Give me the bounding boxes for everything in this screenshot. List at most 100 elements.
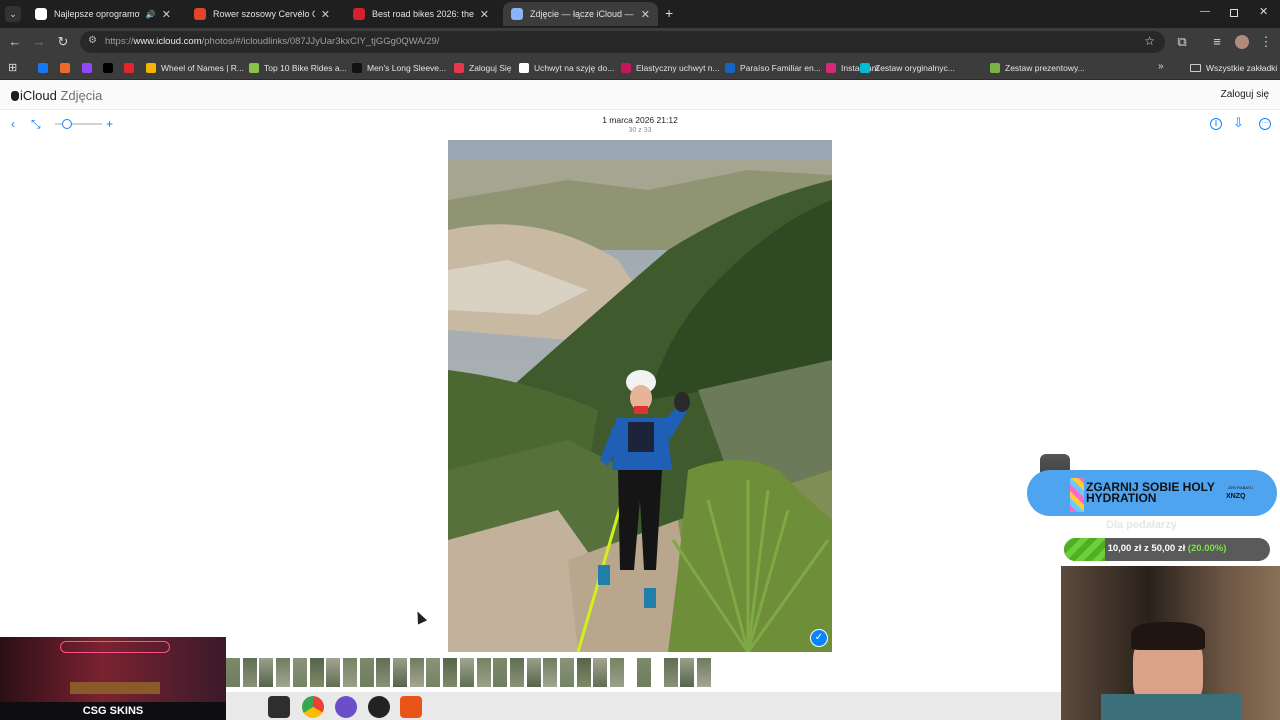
main-photo[interactable] [448,140,832,652]
more-bookmarks-chevron-icon[interactable]: » [1158,61,1164,72]
filmstrip-thumbnail[interactable] [560,658,574,687]
filmstrip-thumbnail[interactable] [443,658,458,687]
donation-progress-text: 10,00 zł z 50,00 zł (20.00%) [1064,543,1270,554]
bookmark-item[interactable] [103,60,118,76]
filmstrip-thumbnail[interactable] [696,658,711,687]
filmstrip-thumbnail[interactable] [526,658,541,687]
bookmark-item[interactable] [60,60,75,76]
forward-arrow-icon[interactable]: → [31,34,47,50]
icloud-brand[interactable]: iCloud Zdjęcia [11,88,102,103]
bookmark-favicon-icon [146,63,156,73]
progress-separator: z [1141,543,1152,554]
filmstrip-thumbnail[interactable] [242,658,257,687]
bookmark-favicon-icon [60,63,70,73]
terminal-icon[interactable] [268,696,290,718]
filmstrip-thumbnail[interactable] [680,658,695,687]
bookmark-item[interactable]: Zestaw oryginalnyc... [860,60,955,76]
filmstrip-thumbnail[interactable] [292,658,307,687]
filmstrip-thumbnail[interactable] [493,658,508,687]
reload-icon[interactable]: ↻ [55,34,71,50]
filmstrip-thumbnail[interactable] [326,658,341,687]
bookmark-item[interactable]: Zaloguj Się [454,60,512,76]
all-bookmarks-folder[interactable]: Wszystkie zakładki [1190,60,1277,76]
media-controls-icon[interactable]: ≡ [1209,34,1225,50]
profile-avatar[interactable] [1235,35,1249,49]
bookmark-favicon-icon [826,63,836,73]
bookmark-item[interactable]: Paraíso Familiar en... [725,60,821,76]
exit-fullscreen-icon[interactable]: ⤡ [31,118,41,130]
tab-close-icon[interactable]: ✕ [162,8,171,21]
apps-grid-icon[interactable]: ⊞ [8,61,17,74]
filmstrip-thumbnail[interactable] [593,658,608,687]
bookmark-item[interactable]: Men's Long Sleeve... [352,60,446,76]
back-chevron-icon[interactable]: ‹ [11,118,15,130]
obs-icon[interactable] [368,696,390,718]
filmstrip-thumbnail[interactable] [459,658,474,687]
bookmark-favicon-icon [249,63,259,73]
tab-label: Najlepsze oprogramowanie [54,9,140,19]
menu-kebab-icon[interactable]: ⋮ [1258,34,1274,50]
bookmark-favicon-icon [621,63,631,73]
filmstrip-thumbnail[interactable] [576,658,591,687]
maximize-button[interactable] [1230,9,1238,17]
overlay-neon-sign [60,641,170,653]
zoom-slider-handle[interactable] [62,119,72,129]
filmstrip-thumbnail[interactable] [342,658,357,687]
bookmark-item[interactable]: Top 10 Bike Rides a... [249,60,347,76]
bookmark-favicon-icon [352,63,362,73]
filmstrip-thumbnail[interactable] [476,658,491,687]
bookmark-item[interactable] [38,60,53,76]
back-arrow-icon[interactable]: ← [7,34,23,50]
discord-icon[interactable] [335,696,357,718]
filmstrip-thumbnail[interactable] [226,658,240,687]
tab-close-icon[interactable]: ✕ [480,8,489,21]
close-window-button[interactable]: ✕ [1259,5,1268,18]
filmstrip-thumbnail[interactable] [610,658,625,687]
extensions-icon[interactable]: ⧉ [1174,34,1190,50]
address-bar[interactable]: ⚙ https://www.icloud.com/photos/#/icloud… [80,31,1165,53]
zoom-in-icon[interactable]: + [106,118,113,130]
progress-current: 10,00 zł [1107,543,1142,554]
tab-close-icon[interactable]: ✕ [641,8,650,21]
chrome-icon[interactable] [302,696,324,718]
bookmark-item[interactable]: Elastyczny uchwyt n... [621,60,720,76]
bookmark-item[interactable]: Wheel of Names | R... [146,60,244,76]
filmstrip-thumbnail[interactable] [359,658,374,687]
selected-checkmark-icon[interactable]: ✓ [810,629,828,647]
bookmark-item[interactable] [124,60,139,76]
filmstrip-thumbnail[interactable] [393,658,407,687]
bookmark-star-icon[interactable]: ☆ [1144,34,1155,48]
filmstrip-thumbnail[interactable] [663,658,678,687]
filmstrip-thumbnail[interactable] [376,658,391,687]
browser-tab-3[interactable]: Best road bikes 2026: the abso ✕ [345,2,497,26]
browser-tab-2[interactable]: Rower szosowy Cervélo Caledo ✕ [186,2,338,26]
tab-audio-icon[interactable]: 🔊 [146,10,156,19]
more-options-icon[interactable]: ··· [1259,118,1271,130]
bookmark-item[interactable] [82,60,97,76]
filmstrip-thumbnail[interactable] [309,658,324,687]
sign-in-link[interactable]: Zaloguj się [1221,89,1269,100]
app-icon-orange[interactable] [400,696,422,718]
minimize-button[interactable]: — [1200,6,1210,17]
filmstrip-thumbnail[interactable] [259,658,274,687]
tab-label: Rower szosowy Cervélo Caledo [213,9,315,19]
filmstrip-thumbnail[interactable] [543,658,558,687]
browser-tab-1[interactable]: Najlepsze oprogramowanie 🔊 ✕ [27,2,179,26]
webcam-overlay [1061,566,1280,720]
info-icon[interactable]: i [1210,118,1222,130]
bookmark-item[interactable]: Zestaw prezentowy... [990,60,1085,76]
browser-tab-4[interactable]: Zdjęcie — łącze iCloud — Zdję ✕ [503,2,658,26]
bookmark-item[interactable]: Uchwyt na szyję do... [519,60,614,76]
site-info-icon[interactable]: ⚙ [88,35,97,46]
bookmark-favicon-icon [38,63,48,73]
tab-close-icon[interactable]: ✕ [321,8,330,21]
filmstrip-thumbnail[interactable] [636,658,651,687]
filmstrip-thumbnail[interactable] [409,658,424,687]
tab-search-button[interactable]: ⌄ [5,6,21,22]
new-tab-button[interactable]: + [665,5,673,21]
filmstrip-thumbnail[interactable] [426,658,441,687]
download-icon[interactable]: ⇩ [1233,116,1244,129]
progress-goal: 50,00 zł [1151,543,1186,554]
filmstrip-thumbnail[interactable] [509,658,524,687]
filmstrip-thumbnail[interactable] [276,658,291,687]
